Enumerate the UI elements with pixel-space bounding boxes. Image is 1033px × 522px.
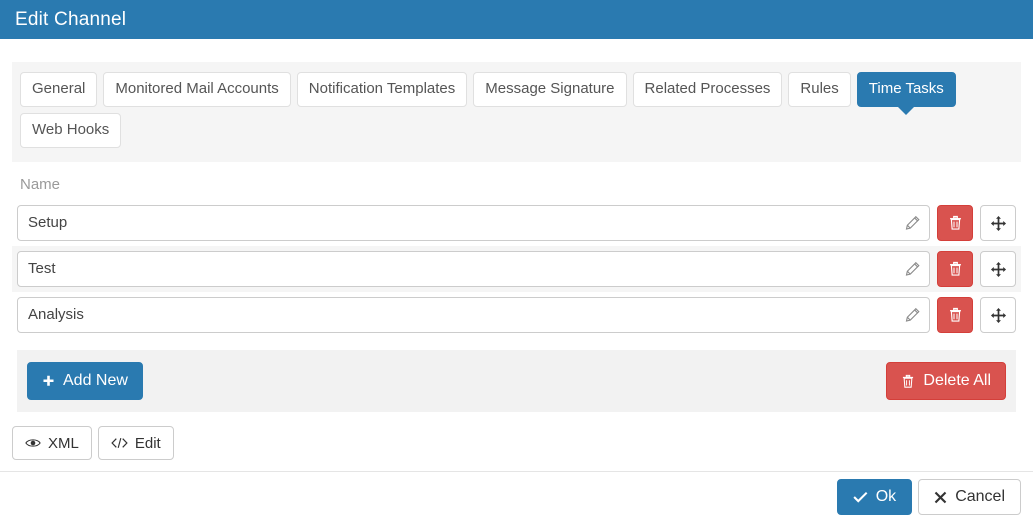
tab-web-hooks[interactable]: Web Hooks bbox=[20, 113, 122, 148]
tab-time-tasks[interactable]: Time Tasks bbox=[856, 72, 956, 115]
trash-icon bbox=[948, 261, 963, 277]
xml-button[interactable]: XML bbox=[12, 426, 92, 460]
tab-label: Web Hooks bbox=[32, 121, 110, 138]
pencil-icon[interactable] bbox=[905, 261, 920, 277]
time-task-name-value: Setup bbox=[28, 214, 68, 231]
active-tab-caret-icon bbox=[897, 106, 916, 115]
move-icon bbox=[990, 307, 1007, 324]
window-titlebar: Edit Channel bbox=[0, 0, 1033, 39]
table-row: Test bbox=[12, 246, 1021, 292]
ok-label: Ok bbox=[875, 488, 897, 505]
list-action-bar: Add New Delete All bbox=[17, 350, 1016, 412]
page-title: Edit Channel bbox=[15, 8, 127, 30]
edit-button[interactable]: Edit bbox=[97, 426, 174, 460]
column-header-name: Name bbox=[20, 176, 61, 193]
table-row: Setup bbox=[12, 200, 1021, 246]
pencil-icon[interactable] bbox=[905, 307, 920, 323]
move-row-handle[interactable] bbox=[980, 205, 1016, 241]
delete-all-label: Delete All bbox=[923, 372, 991, 389]
tab-label: Message Signature bbox=[485, 80, 615, 97]
edit-label: Edit bbox=[134, 434, 161, 452]
add-new-label: Add New bbox=[63, 372, 128, 389]
trash-icon bbox=[948, 307, 963, 323]
source-tool-row: XML Edit bbox=[0, 412, 1033, 460]
trash-icon bbox=[901, 374, 915, 389]
move-icon bbox=[990, 261, 1007, 278]
tab-panel: General Monitored Mail Accounts Notifica… bbox=[12, 62, 1021, 162]
xml-label: XML bbox=[48, 434, 79, 452]
add-new-button[interactable]: Add New bbox=[27, 362, 143, 400]
eye-icon bbox=[25, 437, 41, 449]
tab-related-processes[interactable]: Related Processes bbox=[632, 72, 783, 107]
delete-row-button[interactable] bbox=[937, 251, 973, 287]
delete-row-button[interactable] bbox=[937, 297, 973, 333]
time-task-name-input[interactable]: Analysis bbox=[17, 297, 930, 333]
delete-all-button[interactable]: Delete All bbox=[886, 362, 1006, 400]
tab-label: Rules bbox=[800, 80, 839, 97]
time-task-name-value: Test bbox=[28, 260, 56, 277]
tab-message-signature[interactable]: Message Signature bbox=[473, 72, 627, 107]
tab-strip: General Monitored Mail Accounts Notifica… bbox=[20, 72, 1013, 148]
tab-label: Monitored Mail Accounts bbox=[115, 80, 279, 97]
tab-rules[interactable]: Rules bbox=[788, 72, 851, 107]
tab-general[interactable]: General bbox=[20, 72, 98, 107]
plus-icon bbox=[42, 375, 55, 388]
time-task-name-input[interactable]: Test bbox=[17, 251, 930, 287]
dialog-footer: Ok Cancel bbox=[0, 471, 1033, 522]
pencil-icon[interactable] bbox=[905, 215, 920, 231]
cancel-label: Cancel bbox=[955, 488, 1005, 505]
move-row-handle[interactable] bbox=[980, 297, 1016, 333]
tab-label: Time Tasks bbox=[868, 80, 944, 97]
code-icon bbox=[111, 437, 128, 449]
cancel-button[interactable]: Cancel bbox=[918, 479, 1021, 515]
table-row: Analysis bbox=[12, 292, 1021, 338]
move-row-handle[interactable] bbox=[980, 251, 1016, 287]
move-icon bbox=[990, 215, 1007, 232]
times-icon bbox=[934, 491, 947, 504]
time-task-list: Setup Test Analysis bbox=[12, 200, 1021, 338]
ok-button[interactable]: Ok bbox=[836, 479, 913, 515]
tab-label: Notification Templates bbox=[308, 80, 456, 97]
time-tasks-content: Name Setup Test Analysis Add New Delete … bbox=[0, 162, 1033, 412]
time-task-name-value: Analysis bbox=[28, 306, 84, 323]
check-icon bbox=[853, 491, 868, 503]
tab-notification-templates[interactable]: Notification Templates bbox=[296, 72, 468, 107]
tab-monitored-mail-accounts[interactable]: Monitored Mail Accounts bbox=[103, 72, 291, 107]
time-task-name-input[interactable]: Setup bbox=[17, 205, 930, 241]
tab-label: General bbox=[32, 80, 86, 97]
tab-label: Related Processes bbox=[644, 80, 771, 97]
trash-icon bbox=[948, 215, 963, 231]
delete-row-button[interactable] bbox=[937, 205, 973, 241]
